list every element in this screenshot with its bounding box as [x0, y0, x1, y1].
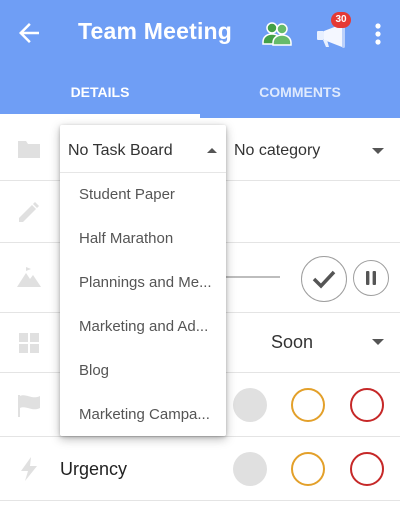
- pencil-icon: [19, 202, 39, 222]
- chevron-down-icon[interactable]: [371, 147, 385, 155]
- task-board-select[interactable]: No Task Board: [60, 125, 226, 173]
- more-options-icon[interactable]: [368, 20, 388, 48]
- calendar-grid-icon: [19, 333, 39, 353]
- pause-button[interactable]: [353, 260, 389, 296]
- dropdown-option[interactable]: Half Marathon: [60, 217, 226, 261]
- progress-slider[interactable]: [226, 276, 280, 278]
- mountain-icon: [17, 267, 41, 287]
- importance-medium-option[interactable]: [291, 388, 325, 422]
- check-icon: [312, 270, 336, 289]
- category-select[interactable]: No category: [234, 142, 320, 160]
- page-title: Team Meeting: [78, 18, 233, 44]
- importance-none-option[interactable]: [233, 388, 267, 422]
- urgency-label: Urgency: [60, 459, 128, 479]
- notification-badge: 30: [331, 12, 351, 28]
- pause-icon: [366, 271, 376, 285]
- dropdown-option[interactable]: Marketing Campa...: [60, 393, 226, 437]
- dropdown-option[interactable]: Plannings and Me...: [60, 261, 226, 305]
- complete-button[interactable]: [301, 256, 347, 302]
- flag-icon: [18, 395, 40, 417]
- due-select[interactable]: Soon: [271, 332, 313, 353]
- task-board-selected-value: No Task Board: [68, 142, 173, 159]
- importance-high-option[interactable]: [350, 388, 384, 422]
- urgency-medium-option[interactable]: [291, 452, 325, 486]
- tab-bar: DETAILS COMMENTS: [0, 78, 400, 118]
- tab-comments[interactable]: COMMENTS: [200, 78, 400, 118]
- chevron-up-icon: [207, 148, 217, 153]
- folder-icon: [18, 141, 40, 158]
- chevron-down-icon[interactable]: [371, 338, 385, 346]
- task-board-dropdown[interactable]: No Task Board Student Paper Half Maratho…: [60, 125, 226, 436]
- dropdown-option[interactable]: Blog: [60, 349, 226, 393]
- tab-details[interactable]: DETAILS: [0, 78, 200, 118]
- back-arrow-icon[interactable]: [14, 18, 44, 48]
- app-bar: Team Meeting 30 DETAILS COMMENTS: [0, 0, 400, 118]
- urgency-high-option[interactable]: [350, 452, 384, 486]
- dropdown-option[interactable]: Marketing and Ad...: [60, 305, 226, 349]
- lightning-icon: [21, 457, 37, 481]
- people-icon[interactable]: [261, 17, 293, 49]
- urgency-row: Urgency: [0, 437, 400, 501]
- dropdown-option[interactable]: Student Paper: [60, 173, 226, 217]
- urgency-none-option[interactable]: [233, 452, 267, 486]
